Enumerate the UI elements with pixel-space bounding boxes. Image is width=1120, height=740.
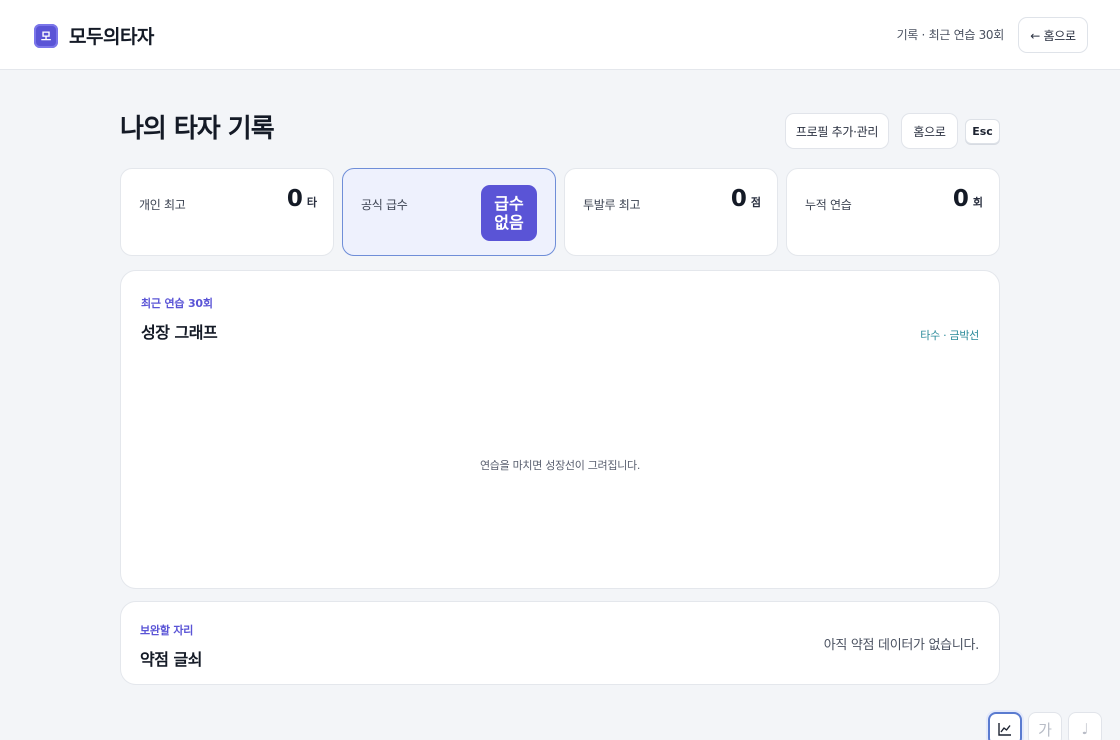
weak-eyebrow: 보완할 자리 <box>140 624 194 637</box>
stat-unit: 타 <box>306 196 317 209</box>
weak-keys-panel: 보완할 자리 약점 글쇠 아직 약점 데이터가 없습니다. <box>120 601 1000 685</box>
stat-label: 개인 최고 <box>139 198 186 212</box>
growth-legend: 타수 · 금박선 <box>920 329 979 342</box>
logo-icon: 모 <box>34 23 58 48</box>
top-bar: 모 모두의타자 기록 · 최근 연습 30회 ← 홈으로 <box>0 0 1120 70</box>
top-home-button[interactable]: ← 홈으로 <box>1018 17 1088 53</box>
music-button[interactable]: ♩ <box>1068 712 1102 740</box>
esc-key-hint[interactable]: Esc <box>965 119 1000 144</box>
stat-value: 0 회 <box>953 186 983 212</box>
hangul-icon: 가 <box>1038 720 1052 739</box>
profile-manage-button[interactable]: 프로필 추가·관리 <box>785 113 889 149</box>
weak-title: 약점 글쇠 <box>140 650 202 669</box>
stat-number: 0 <box>952 186 969 212</box>
home-button[interactable]: 홈으로 <box>901 113 958 149</box>
stat-unit: 점 <box>750 196 761 209</box>
growth-graph-panel: 최근 연습 30회 성장 그래프 타수 · 금박선 연습을 마치면 성장선이 그… <box>120 270 1000 589</box>
stat-number: 0 <box>730 186 747 212</box>
stat-card-tuvalu-best: 투발루 최고 0 점 <box>564 168 778 256</box>
growth-title: 성장 그래프 <box>141 323 218 342</box>
weak-empty-message: 아직 약점 데이터가 없습니다. <box>823 638 980 653</box>
stat-card-official-grade: 공식 급수 급수 없음 <box>342 168 556 256</box>
music-note-icon: ♩ <box>1081 720 1089 738</box>
growth-empty-message: 연습을 마치면 성장선이 그려집니다. <box>479 459 641 472</box>
growth-eyebrow: 최근 연습 30회 <box>141 297 213 310</box>
page-title: 나의 타자 기록 <box>120 114 275 144</box>
stat-label: 공식 급수 <box>361 198 408 212</box>
brand-name: 모두의타자 <box>69 26 154 48</box>
stat-value: 0 타 <box>287 186 317 212</box>
brand[interactable]: 모 모두의타자 <box>34 22 154 49</box>
stat-card-personal-best: 개인 최고 0 타 <box>120 168 334 256</box>
grade-badge: 급수 없음 <box>481 185 537 241</box>
stat-card-total-practice: 누적 연습 0 회 <box>786 168 1000 256</box>
stat-label: 누적 연습 <box>805 198 852 212</box>
hangul-mode-button[interactable]: 가 <box>1028 712 1062 740</box>
stat-value: 0 점 <box>731 186 761 212</box>
stat-number: 0 <box>286 186 303 212</box>
stat-unit: 회 <box>972 196 983 209</box>
chart-icon <box>998 723 1011 736</box>
stat-label: 투발루 최고 <box>583 198 641 212</box>
chart-view-button[interactable] <box>988 712 1022 740</box>
breadcrumb-status: 기록 · 최근 연습 30회 <box>896 28 1005 42</box>
